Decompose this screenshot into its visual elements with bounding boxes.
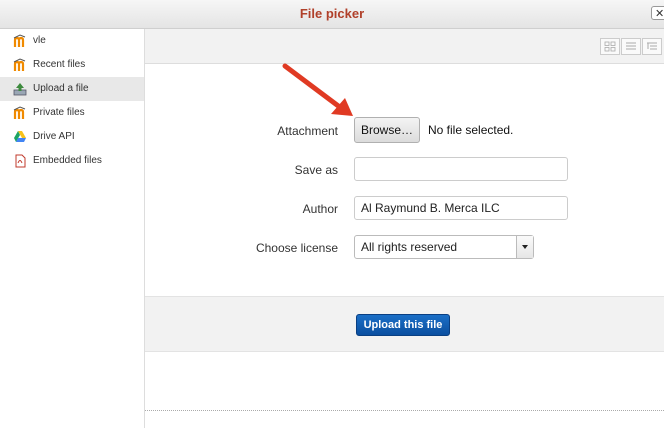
grid-view-button[interactable] bbox=[600, 38, 620, 55]
sidebar-item-private-files[interactable]: Private files bbox=[0, 101, 144, 125]
sidebar-item-label: vle bbox=[33, 35, 46, 46]
close-button[interactable]: ✕ bbox=[651, 6, 664, 20]
upload-panel bbox=[144, 29, 664, 428]
no-file-status: No file selected. bbox=[428, 123, 514, 137]
bottom-divider bbox=[145, 410, 664, 411]
attachment-label: Attachment bbox=[277, 124, 338, 138]
browse-button[interactable]: Browse… bbox=[354, 117, 420, 143]
sidebar-item-label: Recent files bbox=[33, 59, 86, 70]
list-view-button[interactable] bbox=[621, 38, 641, 55]
sidebar-item-drive-api[interactable]: Drive API bbox=[0, 125, 144, 149]
moodle-icon bbox=[13, 34, 27, 48]
moodle-icon bbox=[13, 58, 27, 72]
author-label: Author bbox=[302, 202, 338, 216]
sidebar-item-recent-files[interactable]: Recent files bbox=[0, 53, 144, 77]
moodle-icon bbox=[13, 106, 27, 120]
sidebar-item-upload-a-file[interactable]: Upload a file bbox=[0, 77, 144, 101]
tree-view-button[interactable] bbox=[642, 38, 662, 55]
close-icon: ✕ bbox=[655, 8, 664, 20]
dialog-title: File picker bbox=[299, 6, 365, 21]
author-field[interactable]: Al Raymund B. Merca ILC bbox=[354, 196, 568, 220]
license-label: Choose license bbox=[255, 241, 338, 255]
upload-file-button[interactable]: Upload this file bbox=[356, 314, 450, 336]
sidebar-item-label: Drive API bbox=[33, 131, 75, 142]
embedded-file-icon bbox=[13, 154, 27, 168]
sidebar-item-label: Upload a file bbox=[33, 83, 89, 94]
save-as-label: Save as bbox=[294, 163, 338, 177]
license-select[interactable]: All rights reserved bbox=[354, 235, 534, 259]
license-selected-value: All rights reserved bbox=[361, 240, 458, 254]
dropdown-arrow bbox=[516, 236, 533, 258]
annotation-arrow bbox=[282, 63, 353, 116]
sidebar-item-label: Private files bbox=[33, 107, 85, 118]
view-toolbar bbox=[145, 29, 664, 64]
sidebar-item-embedded-files[interactable]: Embedded files bbox=[0, 149, 144, 173]
sidebar-item-vle[interactable]: vle bbox=[0, 29, 144, 53]
chevron-down-icon bbox=[522, 245, 528, 249]
dialog-titlebar: File picker ✕ bbox=[0, 0, 664, 29]
sidebar-item-label: Embedded files bbox=[33, 155, 102, 166]
action-bar: Upload this file bbox=[145, 296, 664, 352]
save-as-field[interactable] bbox=[354, 157, 568, 181]
upload-icon bbox=[13, 82, 27, 96]
google-drive-icon bbox=[13, 130, 27, 144]
repository-sidebar: vle Recent files Upload a file Private f… bbox=[0, 29, 144, 428]
